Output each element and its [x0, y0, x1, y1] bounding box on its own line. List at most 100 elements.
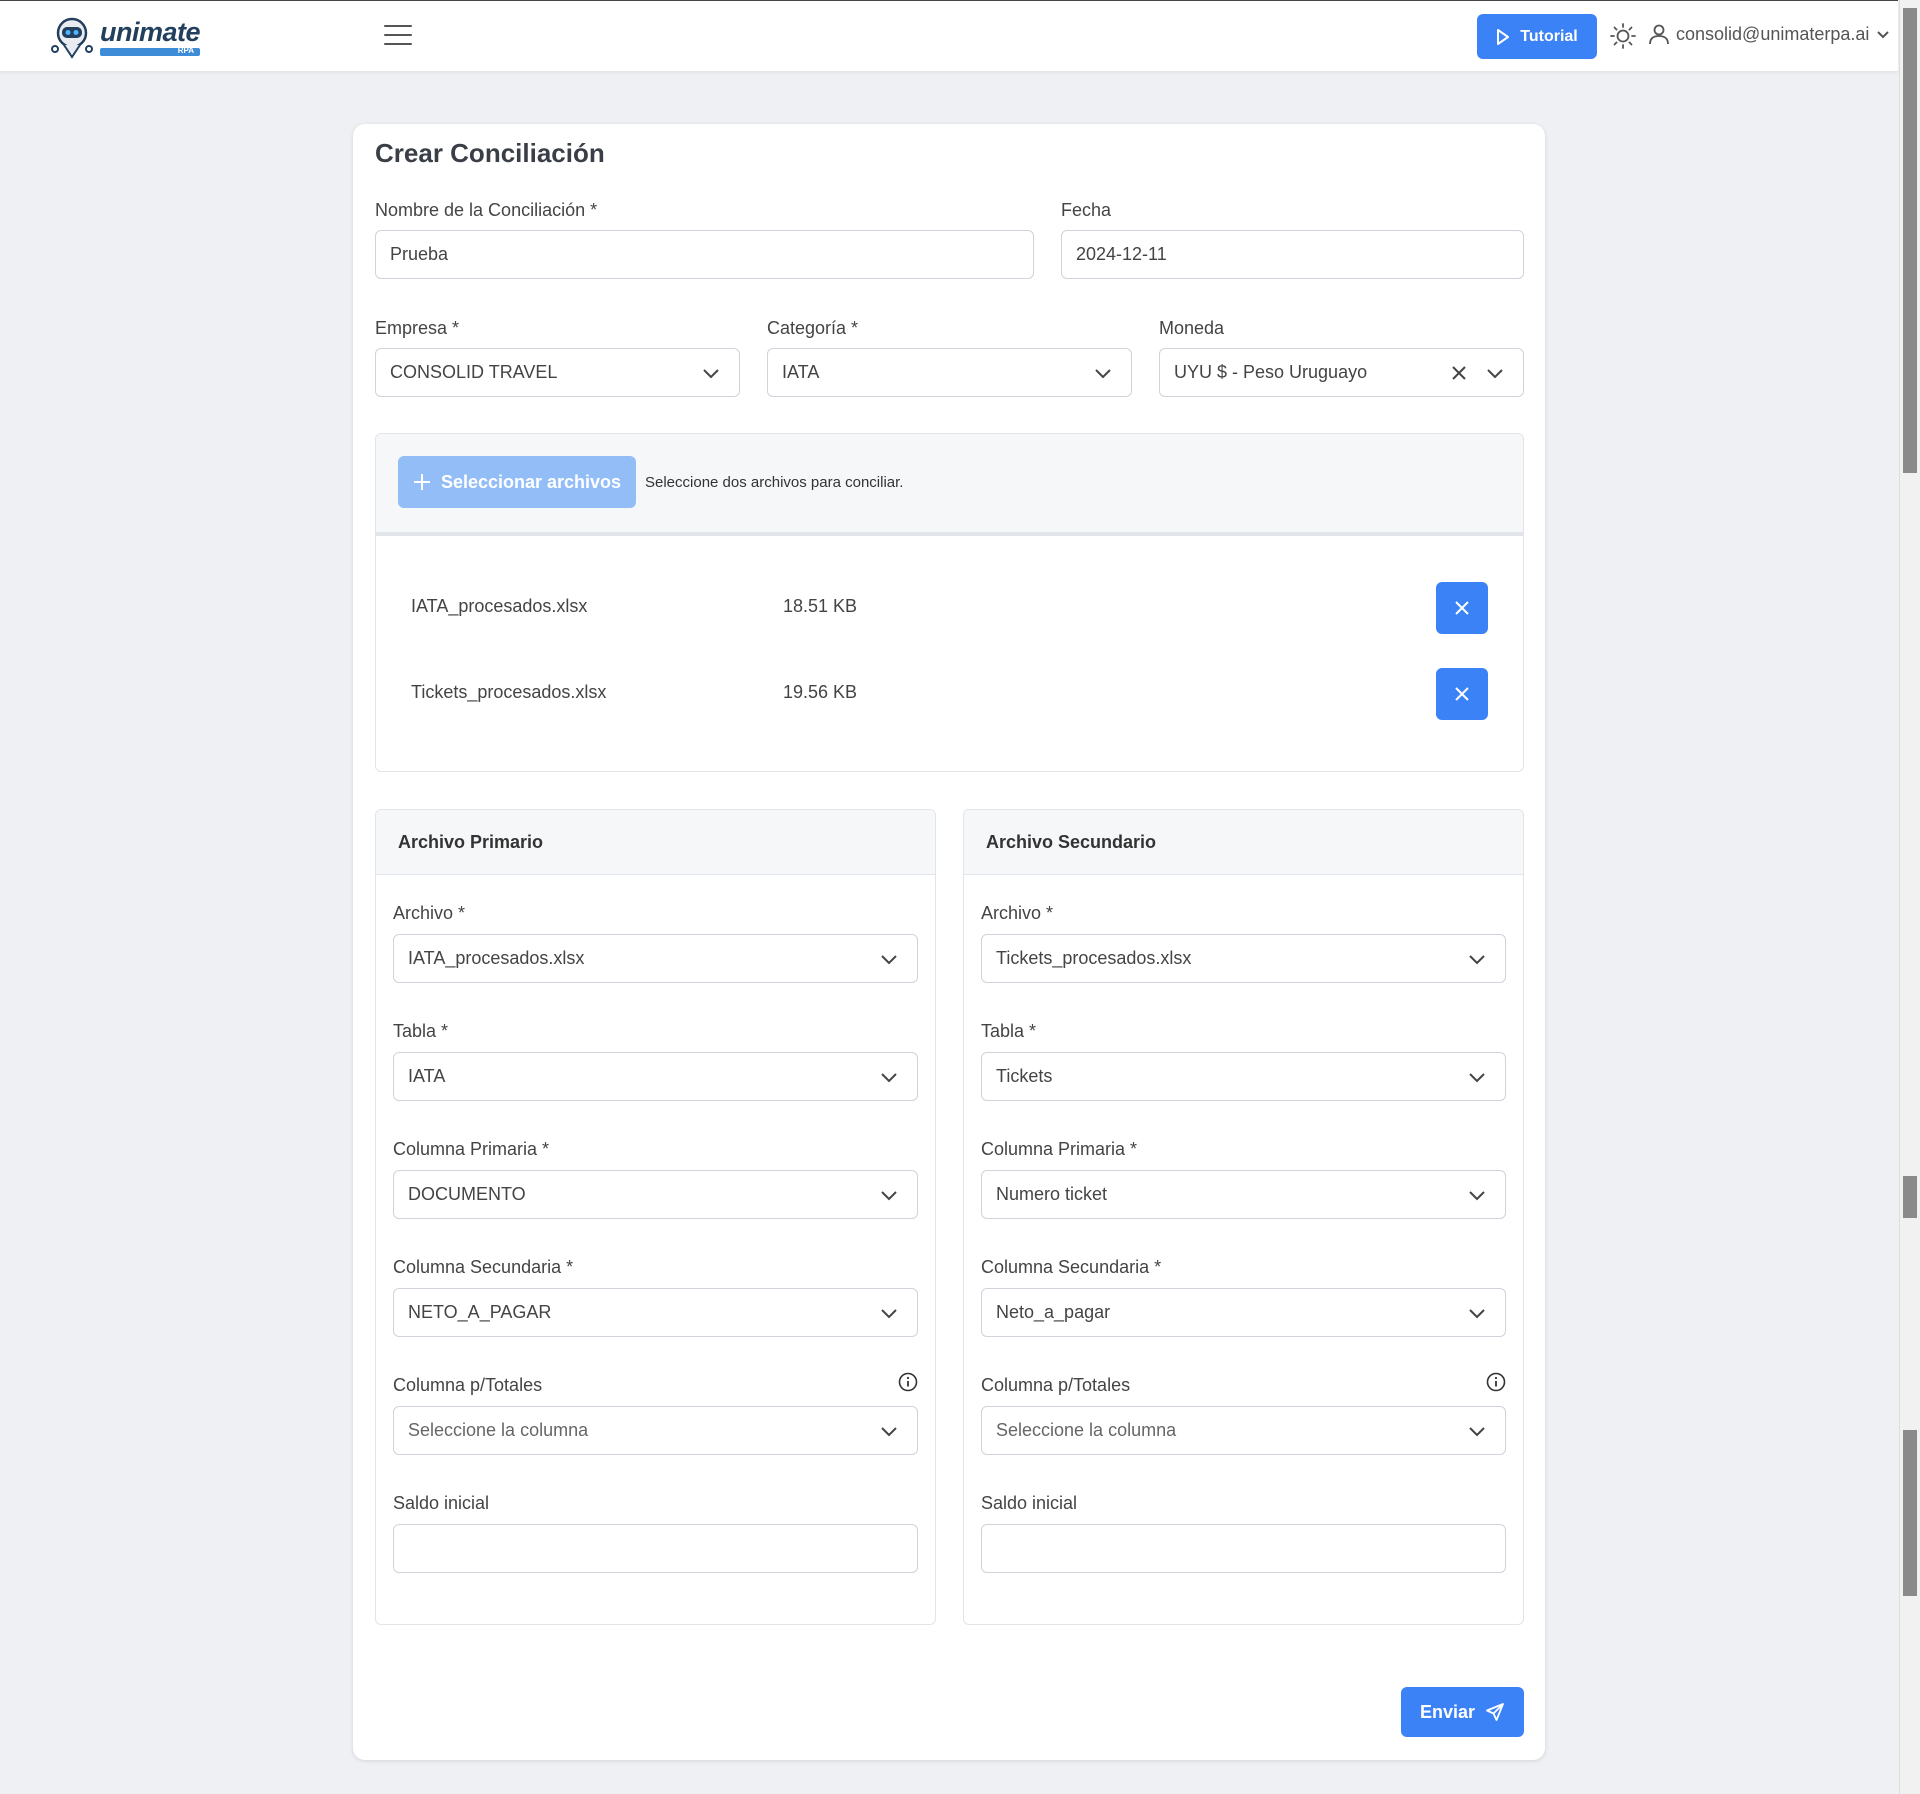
file-name: Tickets_procesados.xlsx — [411, 682, 607, 702]
menu-toggle-button[interactable] — [384, 25, 412, 47]
top-bar: unimate RPA Tutorial consolid@unimaterpa… — [0, 0, 1898, 72]
logo[interactable]: unimate RPA — [50, 15, 201, 59]
robot-logo-icon — [51, 17, 93, 59]
chevron-down-icon — [703, 369, 719, 379]
file-name: IATA_procesados.xlsx — [411, 596, 588, 616]
tutorial-label: Tutorial — [1520, 27, 1578, 45]
select-files-label: Seleccionar archivos — [440, 471, 622, 492]
info-icon[interactable] — [898, 1372, 918, 1392]
secondary-file-select[interactable]: Tickets_procesados.xlsx — [981, 934, 1506, 983]
secondary-table-select[interactable]: Tickets — [981, 1052, 1506, 1101]
chevron-down-icon — [1469, 1073, 1485, 1083]
upload-hint: Seleccione dos archivos para conciliar. — [645, 474, 904, 491]
send-button[interactable]: Enviar — [1401, 1687, 1524, 1737]
name-value: Prueba — [390, 244, 449, 264]
theme-toggle-sun-icon[interactable] — [1610, 23, 1636, 49]
file-upload: Seleccionar archivos Seleccione dos arch… — [375, 433, 1524, 772]
chevron-down-icon — [1877, 31, 1890, 39]
chevron-down-icon — [1469, 1427, 1485, 1437]
primary-file-value: IATA_procesados.xlsx — [408, 948, 585, 968]
secondary-file-value: Tickets_procesados.xlsx — [996, 948, 1192, 968]
scrollbar-thumb[interactable] — [1903, 1430, 1917, 1596]
file-label: Archivo * — [393, 903, 466, 923]
hamburger-line — [384, 25, 412, 27]
page-scrollbar[interactable] — [1899, 0, 1920, 1794]
company-select[interactable]: CONSOLID TRAVEL — [375, 348, 740, 397]
secondary-column-value: NETO_A_PAGAR — [408, 1302, 552, 1322]
logo-subbar: RPA — [100, 45, 201, 56]
primary-column-select[interactable]: Numero ticket — [981, 1170, 1506, 1219]
name-label: Nombre de la Conciliación * — [375, 200, 598, 220]
file-size: 18.51 KB — [783, 596, 858, 616]
date-input[interactable]: 2024-12-11 — [1061, 230, 1524, 279]
file-row: Tickets_procesados.xlsx 19.56 KB — [376, 668, 1523, 720]
primary-column-select[interactable]: DOCUMENTO — [393, 1170, 918, 1219]
panel-header: Archivo Primario — [376, 810, 935, 875]
chevron-down-icon — [1095, 369, 1111, 379]
primary-file-panel: Archivo Primario Archivo * IATA_procesad… — [375, 809, 936, 1625]
primary-column-value: DOCUMENTO — [408, 1184, 526, 1204]
primary-file-select[interactable]: IATA_procesados.xlsx — [393, 934, 918, 983]
chevron-down-icon — [881, 1073, 897, 1083]
date-value: 2024-12-11 — [1076, 244, 1167, 264]
clear-icon[interactable] — [1449, 363, 1469, 383]
totals-column-placeholder: Seleccione la columna — [996, 1420, 1177, 1440]
info-icon[interactable] — [1486, 1372, 1506, 1392]
secondary-column-select[interactable]: NETO_A_PAGAR — [393, 1288, 918, 1337]
company-value: CONSOLID TRAVEL — [390, 362, 558, 382]
chevron-down-icon — [1469, 1191, 1485, 1201]
send-icon — [1486, 1703, 1504, 1721]
secondary-column-label: Columna Secundaria * — [393, 1257, 574, 1277]
chevron-down-icon — [1469, 1309, 1485, 1319]
chevron-down-icon — [881, 1427, 897, 1437]
table-label: Tabla * — [981, 1021, 1037, 1041]
panel-title: Archivo Secundario — [986, 832, 1157, 852]
secondary-column-label: Columna Secundaria * — [981, 1257, 1162, 1277]
panel-header: Archivo Secundario — [964, 810, 1523, 875]
secondary-file-panel: Archivo Secundario Archivo * Tickets_pro… — [963, 809, 1524, 1625]
scrollbar-thumb[interactable] — [1903, 8, 1917, 473]
send-label: Enviar — [1419, 1701, 1476, 1722]
user-menu[interactable]: consolid@unimaterpa.ai — [1648, 23, 1891, 45]
chevron-down-icon — [1487, 369, 1503, 379]
remove-file-button[interactable] — [1436, 668, 1488, 720]
initial-balance-label: Saldo inicial — [981, 1493, 1078, 1513]
name-input[interactable]: Prueba — [375, 230, 1034, 279]
chevron-down-icon — [881, 1191, 897, 1201]
totals-column-placeholder: Seleccione la columna — [408, 1420, 589, 1440]
company-label: Empresa * — [375, 318, 460, 338]
user-email: consolid@unimaterpa.ai — [1676, 23, 1870, 44]
scrollbar-thumb[interactable] — [1903, 1176, 1917, 1218]
initial-balance-input[interactable] — [981, 1524, 1506, 1573]
secondary-column-value: Neto_a_pagar — [996, 1302, 1111, 1322]
logo-text: unimate — [100, 16, 201, 47]
file-label: Archivo * — [981, 903, 1054, 923]
page-title: Crear Conciliación — [375, 138, 605, 168]
tutorial-button[interactable]: Tutorial — [1477, 14, 1597, 59]
initial-balance-label: Saldo inicial — [393, 1493, 490, 1513]
primary-table-select[interactable]: IATA — [393, 1052, 918, 1101]
plus-icon — [413, 474, 430, 490]
date-label: Fecha — [1061, 200, 1112, 220]
totals-column-select[interactable]: Seleccione la columna — [393, 1406, 918, 1455]
logo-sub-text: RPA — [177, 45, 195, 55]
user-icon — [1649, 24, 1669, 45]
play-icon — [1497, 28, 1510, 45]
primary-table-value: IATA — [408, 1066, 446, 1086]
primary-column-label: Columna Primaria * — [981, 1139, 1138, 1159]
category-select[interactable]: IATA — [767, 348, 1132, 397]
file-row: IATA_procesados.xlsx 18.51 KB — [376, 582, 1523, 634]
primary-column-value: Numero ticket — [996, 1184, 1108, 1204]
hamburger-line — [384, 34, 412, 36]
currency-select[interactable]: UYU $ - Peso Uruguayo — [1159, 348, 1524, 397]
initial-balance-input[interactable] — [393, 1524, 918, 1573]
totals-column-label: Columna p/Totales — [393, 1375, 543, 1395]
secondary-table-value: Tickets — [996, 1066, 1053, 1086]
secondary-column-select[interactable]: Neto_a_pagar — [981, 1288, 1506, 1337]
create-reconciliation-card: Crear Conciliación Nombre de la Concilia… — [353, 124, 1545, 1760]
select-files-button[interactable]: Seleccionar archivos — [398, 456, 636, 508]
close-icon — [1455, 687, 1469, 701]
totals-column-label: Columna p/Totales — [981, 1375, 1131, 1395]
totals-column-select[interactable]: Seleccione la columna — [981, 1406, 1506, 1455]
remove-file-button[interactable] — [1436, 582, 1488, 634]
